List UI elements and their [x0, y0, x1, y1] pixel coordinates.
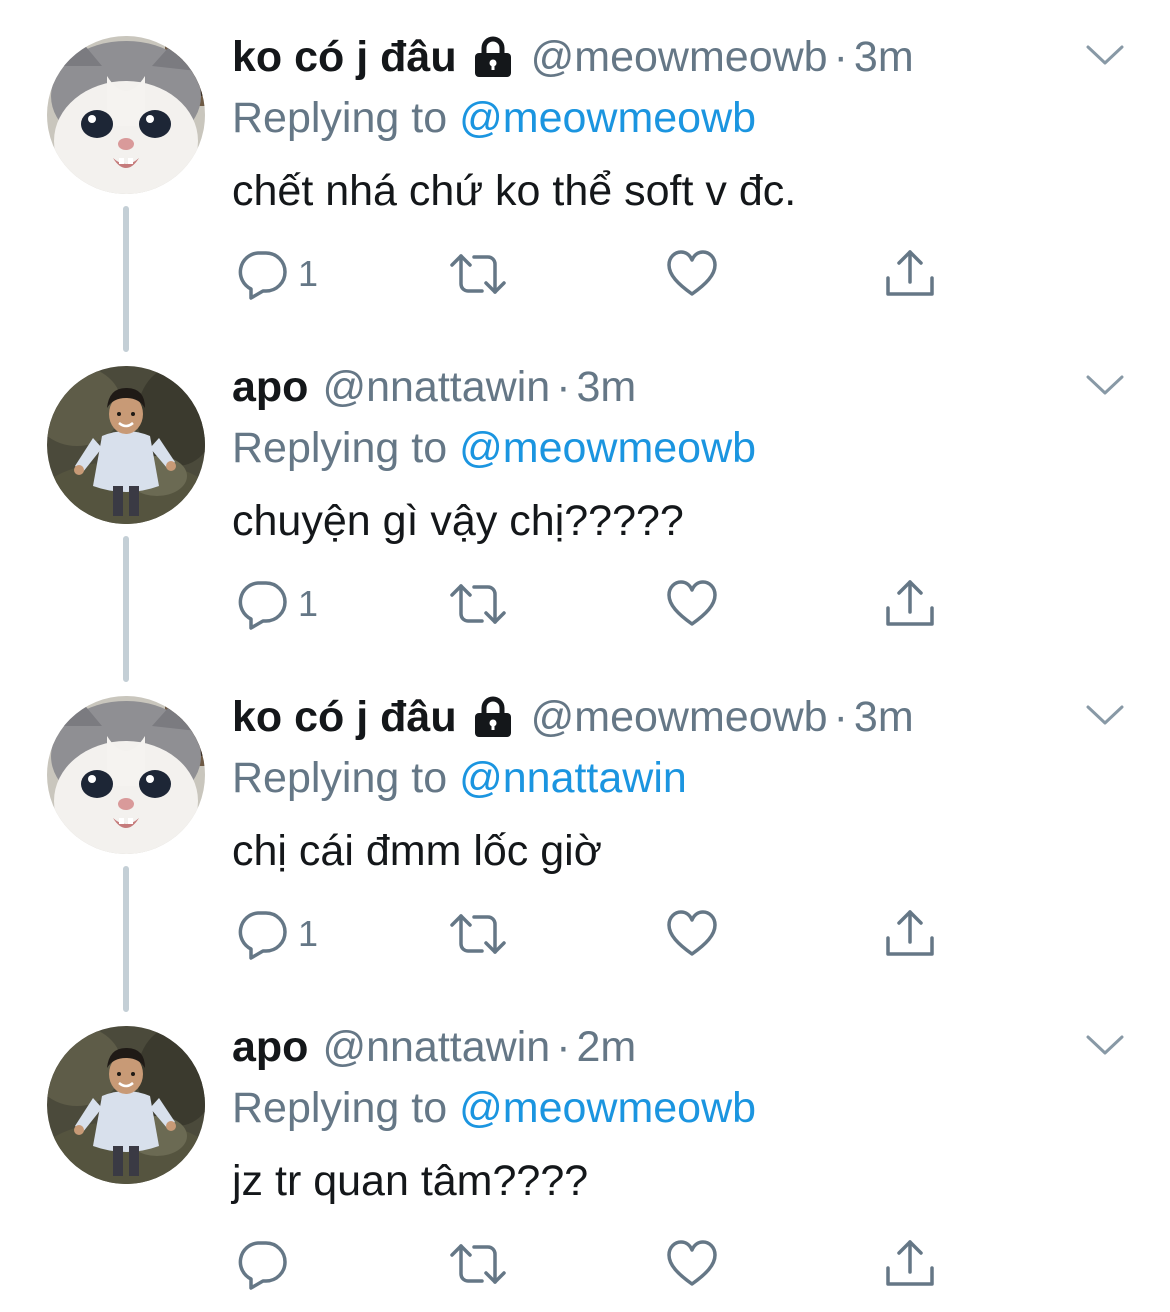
tweet[interactable]: apo @nnattawin · 3m Replying to @meowmeo… — [0, 330, 1170, 682]
share-button[interactable] — [884, 1234, 936, 1294]
person-avatar[interactable] — [47, 366, 205, 524]
replying-to-line: Replying to @meowmeowb — [232, 1082, 756, 1134]
like-button[interactable] — [666, 1234, 718, 1294]
retweet-button[interactable] — [448, 244, 508, 304]
replying-to-line: Replying to @nnattawin — [232, 752, 687, 804]
separator-dot: · — [556, 1023, 571, 1071]
like-icon — [666, 248, 718, 300]
retweet-icon — [448, 908, 508, 960]
replying-to-handle[interactable]: @meowmeowb — [459, 424, 756, 472]
share-icon — [884, 248, 936, 300]
share-button[interactable] — [884, 904, 936, 964]
chevron-down-icon[interactable] — [1084, 38, 1126, 72]
reply-count: 1 — [298, 253, 319, 294]
tweet-text: jz tr quan tâm???? — [232, 1157, 589, 1205]
tweet-header: apo @nnattawin · 3m — [232, 362, 636, 412]
timestamp[interactable]: 3m — [854, 32, 914, 82]
tweet-text: chuyện gì vậy chị????? — [232, 497, 684, 545]
person-avatar[interactable] — [47, 1026, 205, 1184]
like-icon — [666, 908, 718, 960]
reply-icon — [236, 248, 288, 300]
timestamp[interactable]: 2m — [577, 1022, 637, 1072]
chevron-down-icon[interactable] — [1084, 1028, 1126, 1062]
reply-button[interactable]: 1 — [236, 904, 318, 964]
tweet[interactable]: apo @nnattawin · 2m Replying to @meowmeo… — [0, 990, 1170, 1312]
tweet-actions: 1 — [0, 574, 1170, 634]
replying-to-line: Replying to @meowmeowb — [232, 422, 756, 474]
like-button[interactable] — [666, 574, 718, 634]
reply-icon — [236, 578, 288, 630]
retweet-icon — [448, 1238, 508, 1290]
user-handle[interactable]: @meowmeowb — [531, 32, 828, 82]
tweet-actions: 1 — [0, 244, 1170, 304]
chevron-down-icon[interactable] — [1084, 368, 1126, 402]
tweet[interactable]: ko có j đâu @meowmeowb · 3m Replying to … — [0, 660, 1170, 1012]
retweet-button[interactable] — [448, 1234, 508, 1294]
like-button[interactable] — [666, 904, 718, 964]
like-icon — [666, 578, 718, 630]
cat-avatar[interactable] — [47, 696, 205, 854]
lock-icon — [471, 35, 515, 79]
user-handle[interactable]: @nnattawin — [322, 362, 550, 412]
tweet[interactable]: ko có j đâu @meowmeowb · 3m Replying to … — [0, 0, 1170, 352]
chevron-down-icon[interactable] — [1084, 698, 1126, 732]
retweet-icon — [448, 578, 508, 630]
timestamp[interactable]: 3m — [577, 362, 637, 412]
tweet-actions: 1 — [0, 904, 1170, 964]
share-button[interactable] — [884, 574, 936, 634]
reply-icon — [236, 908, 288, 960]
like-button[interactable] — [666, 244, 718, 304]
tweet-actions — [0, 1234, 1170, 1294]
display-name[interactable]: ko có j đâu — [232, 692, 457, 742]
share-icon — [884, 578, 936, 630]
display-name[interactable]: apo — [232, 362, 308, 412]
share-button[interactable] — [884, 244, 936, 304]
separator-dot: · — [833, 693, 848, 741]
replying-to-label: Replying to — [232, 754, 448, 802]
retweet-button[interactable] — [448, 904, 508, 964]
timestamp[interactable]: 3m — [854, 692, 914, 742]
replying-to-label: Replying to — [232, 94, 448, 142]
reply-count: 1 — [298, 913, 319, 954]
replying-to-handle[interactable]: @meowmeowb — [459, 1084, 756, 1132]
user-handle[interactable]: @nnattawin — [322, 1022, 550, 1072]
lock-icon — [471, 695, 515, 739]
retweet-icon — [448, 248, 508, 300]
replying-to-label: Replying to — [232, 1084, 448, 1132]
share-icon — [884, 1238, 936, 1290]
user-handle[interactable]: @meowmeowb — [531, 692, 828, 742]
reply-count: 1 — [298, 583, 319, 624]
separator-dot: · — [833, 33, 848, 81]
display-name[interactable]: ko có j đâu — [232, 32, 457, 82]
reply-icon — [236, 1238, 288, 1290]
cat-avatar[interactable] — [47, 36, 205, 194]
replying-to-handle[interactable]: @meowmeowb — [459, 94, 756, 142]
retweet-button[interactable] — [448, 574, 508, 634]
tweet-header: apo @nnattawin · 2m — [232, 1022, 636, 1072]
replying-to-handle[interactable]: @nnattawin — [459, 754, 687, 802]
tweet-text: chết nhá chứ ko thể soft v đc. — [232, 167, 797, 215]
replying-to-line: Replying to @meowmeowb — [232, 92, 756, 144]
tweet-header: ko có j đâu @meowmeowb · 3m — [232, 692, 914, 742]
reply-button[interactable]: 1 — [236, 574, 318, 634]
display-name[interactable]: apo — [232, 1022, 308, 1072]
tweet-thread: ko có j đâu @meowmeowb · 3m Replying to … — [0, 0, 1170, 1312]
separator-dot: · — [556, 363, 571, 411]
like-icon — [666, 1238, 718, 1290]
tweet-header: ko có j đâu @meowmeowb · 3m — [232, 32, 914, 82]
reply-button[interactable]: 1 — [236, 244, 318, 304]
replying-to-label: Replying to — [232, 424, 448, 472]
tweet-text: chị cái đmm lốc giờ — [232, 827, 602, 875]
reply-button[interactable] — [236, 1234, 288, 1294]
share-icon — [884, 908, 936, 960]
